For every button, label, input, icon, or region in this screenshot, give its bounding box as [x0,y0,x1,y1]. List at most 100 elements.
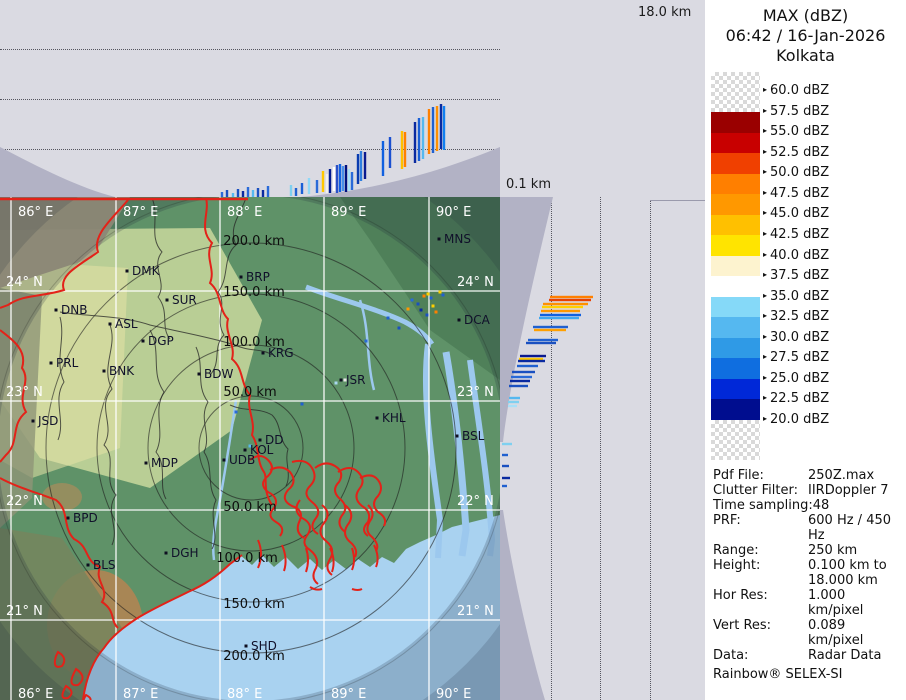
panel-header: MAX (dBZ) 06:42 / 16-Jan-2026 Kolkata [705,6,906,66]
city-label: MNS [444,232,471,246]
echo-height-bar [418,118,420,161]
city-label: MDP [151,456,178,470]
right-profile-canvas [500,197,705,700]
dbz-scale-label: ▸22.5 dBZ [763,391,829,405]
scale-tick-icon: ▸ [763,332,767,341]
dbz-color-band [711,174,760,195]
city-marker [142,340,145,343]
city-marker [50,362,53,365]
echo-height-bar [508,405,517,407]
metadata-value: IIRDoppler 7 [808,483,903,498]
echo-height-bar [364,152,366,179]
echo-height-bar [440,104,442,149]
city-marker [223,459,226,462]
dbz-color-scale [711,72,760,460]
dbz-scale-label: ▸42.5 dBZ [763,227,829,241]
echo-height-bar [257,188,259,197]
radar-echo [432,305,435,308]
city-label: DGP [148,334,174,348]
dbz-color-band [711,379,760,400]
echo-height-bar [247,187,249,197]
echo-height-bar [329,169,331,193]
dbz-scale-label: ▸35.0 dBZ [763,289,829,303]
scale-tick-icon: ▸ [763,188,767,197]
city-label: JSD [37,414,58,428]
latitude-label: 21° N [6,604,43,619]
radar-echo [430,297,433,300]
radar-map: DMKBRPMNSSURDNBASLDGPKRGDCAPRLBNKBDWJSRJ… [0,197,500,700]
echo-height-bar [428,109,430,154]
beam-shadow-wedge-north [500,197,553,442]
dbz-color-band [711,235,760,256]
dbz-color-band [711,256,760,277]
city-marker [438,238,441,241]
city-label: DGH [171,546,199,560]
metadata-row: Pdf File:250Z.max [713,468,903,483]
echo-height-bar [542,306,583,308]
echo-height-bar [517,365,538,367]
dbz-scale-label: ▸40.0 dBZ [763,248,829,262]
dbz-color-band [711,276,760,297]
swatch-above-max [711,72,760,112]
city-label: BLS [93,558,116,572]
echo-height-bar [389,137,391,168]
radar-echo [417,303,420,306]
echo-height-bar [502,443,512,445]
city-marker [32,420,35,423]
city-marker [456,435,459,438]
beam-shadow-wedge-south [500,510,545,700]
dbz-color-band [711,338,760,359]
metadata-label: Time sampling: [713,498,813,513]
longitude-label: 90° E [436,205,471,220]
city-label: UDB [229,453,255,467]
metadata-label: Clutter Filter: [713,483,808,498]
echo-height-bar [348,169,350,191]
longitude-label: 87° E [123,205,158,220]
range-ring-label: 150.0 km [223,597,285,612]
info-panel: MAX (dBZ) 06:42 / 16-Jan-2026 Kolkata ▸ 6… [705,0,906,700]
metadata-value: 48 [813,498,903,513]
longitude-label: 88° E [227,205,262,220]
radar-echo [387,317,390,320]
scale-tick-icon: ▸ [763,106,767,115]
metadata-row: Data:Radar Data [713,648,903,663]
echo-height-bar [308,178,310,194]
echo-height-bar [520,355,546,357]
city-marker [244,449,247,452]
city-marker [109,323,112,326]
radar-echo [235,411,238,414]
echo-height-bar [382,141,384,176]
dbz-scale-label: ▸25.0 dBZ [763,371,829,385]
city-label: BPD [73,511,98,525]
dbz-scale-label: ▸50.0 dBZ [763,165,829,179]
echo-height-bar [526,342,556,344]
beam-shadow-wedge-left [0,147,115,197]
latitude-label: 21° N [457,604,494,619]
echo-height-bar [502,485,507,487]
city-marker [166,299,169,302]
metadata-row: Time sampling:48 [713,498,903,513]
echo-height-bar [543,303,588,305]
city-label: DMK [132,264,161,278]
metadata-row: Range:250 km [713,543,903,558]
echo-height-bar [226,190,228,197]
metadata-row: Height:0.100 km to 18.000 km [713,558,903,588]
metadata-value: 600 Hz / 450 Hz [808,513,903,543]
radar-echo [426,314,429,317]
city-marker [245,645,248,648]
dbz-scale-label: ▸55.0 dBZ [763,124,829,138]
range-ring-label: 150.0 km [223,285,285,300]
scale-tick-icon: ▸ [763,208,767,217]
echo-height-bar [541,310,580,312]
echo-height-bar [528,339,558,341]
radar-echo [423,295,426,298]
scale-tick-icon: ▸ [763,291,767,300]
echo-height-bar [509,397,520,399]
scale-tick-icon: ▸ [763,311,767,320]
range-ring-label: 200.0 km [223,234,285,249]
city-marker [165,552,168,555]
dbz-scale-label: ▸45.0 dBZ [763,206,829,220]
metadata-value: 0.100 km to 18.000 km [808,558,903,588]
dbz-scale-label: ▸57.5 dBZ [763,104,829,118]
dbz-color-band [711,112,760,133]
